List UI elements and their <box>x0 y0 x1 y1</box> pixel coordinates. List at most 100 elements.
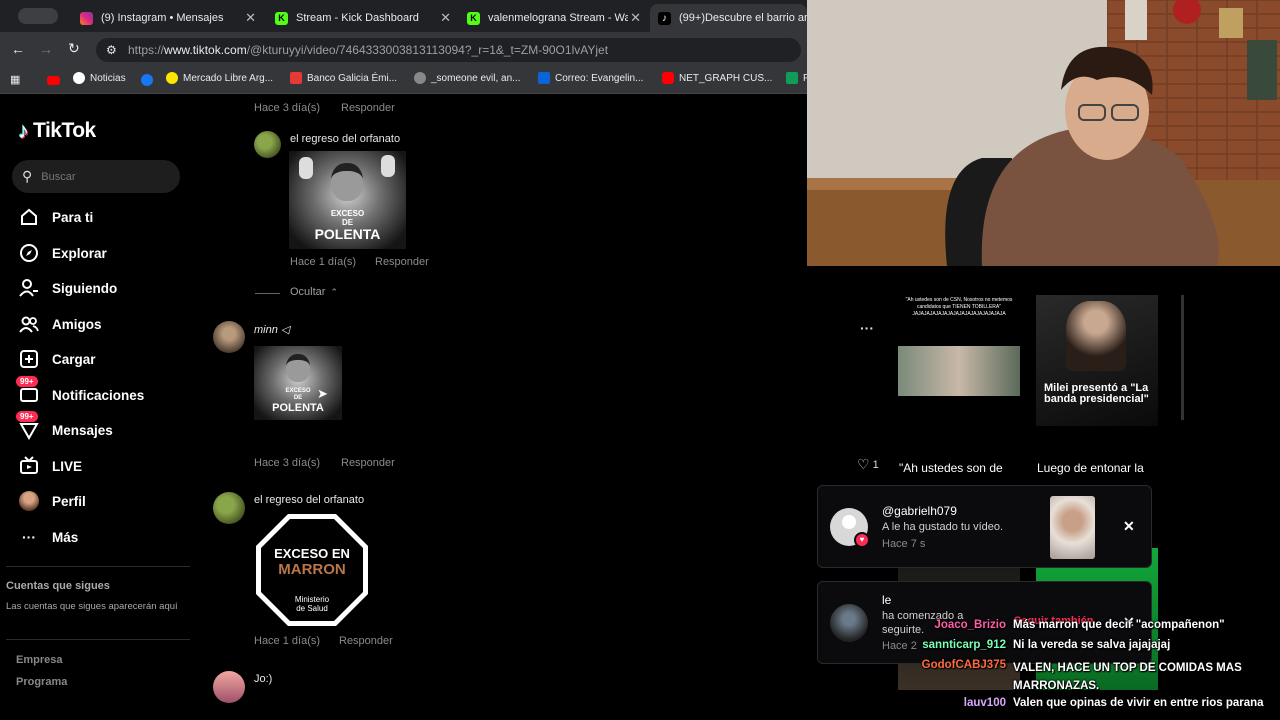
close-icon[interactable]: ✕ <box>1123 518 1135 535</box>
nav-label: Más <box>52 529 79 545</box>
tab-instagram[interactable]: (9) Instagram • Mensajes ✕ <box>72 4 262 32</box>
nav-label: Mensajes <box>52 422 113 438</box>
nav-live[interactable]: LIVE <box>18 455 82 477</box>
nav-label: Notificaciones <box>52 387 145 403</box>
notification-user[interactable]: @gabrielh079 <box>882 504 957 518</box>
sticker-face <box>331 163 363 201</box>
close-tab-icon[interactable]: ✕ <box>440 10 451 26</box>
tab-tiktok[interactable]: ♪ (99+)Descubre el barrio arge <box>650 4 807 32</box>
comment-username[interactable]: minn ◁ <box>254 323 289 336</box>
video-description: "Ah ustedes son de <box>899 461 1003 475</box>
avatar[interactable] <box>213 321 245 353</box>
tab-kick-stream[interactable]: K valenmelograna Stream - Wat ✕ <box>459 4 647 32</box>
facebook-icon[interactable] <box>141 74 153 86</box>
nav-amigos[interactable]: Amigos <box>18 313 102 335</box>
address-bar[interactable]: ⚙ https://www.tiktok.com/@kturuyyi/video… <box>96 38 801 62</box>
close-tab-icon[interactable]: ✕ <box>630 10 641 26</box>
chat-message-text: Ni la vereda se salva jajajajaj <box>1013 639 1171 651</box>
bookmark-correo[interactable]: Correo: Evangelin... <box>538 72 643 84</box>
comment-username[interactable]: Jo:) <box>254 673 272 685</box>
avatar[interactable] <box>254 131 281 158</box>
sign-text: EXCESO EN <box>274 546 350 561</box>
nav-label: Siguiendo <box>52 280 118 296</box>
nav-cargar[interactable]: Cargar <box>18 348 96 370</box>
reply-button[interactable]: Responder <box>375 256 429 268</box>
bookmark-galicia[interactable]: Banco Galicia Émi... <box>290 72 397 84</box>
video-caption: Milei presentó a "La banda presidencial" <box>1044 382 1149 405</box>
chat-username: Joaco_Brizio <box>934 619 1006 631</box>
search-placeholder: Buscar <box>41 170 76 183</box>
sheets-icon <box>786 72 798 84</box>
comment-time: Hace 3 día(s) <box>254 457 321 469</box>
nav-mensajes[interactable]: 99+ Mensajes <box>16 411 113 441</box>
search-input[interactable]: ⚲ Buscar <box>12 160 180 193</box>
outlook-icon <box>538 72 550 84</box>
tiktok-note-icon: ♪ <box>18 118 29 143</box>
chat-message-text: VALEN, HACE UN TOP DE COMIDAS MAS MARRON… <box>1013 662 1242 692</box>
tab-search-button[interactable] <box>18 8 58 24</box>
tiktok-icon: ♪ <box>658 11 671 25</box>
notification-badge: 99+ <box>16 376 38 387</box>
comment-sticker-image[interactable]: EXCESO EN MARRON Ministerio de Salud <box>254 512 370 628</box>
browser-tab-bar: (9) Instagram • Mensajes ✕ K Stream - Ki… <box>0 0 807 32</box>
youtube-icon[interactable] <box>47 76 60 85</box>
nav-mas[interactable]: ··· Más <box>18 526 78 548</box>
bookmark-noticias[interactable]: Noticias <box>73 72 126 84</box>
scrollbar[interactable] <box>1181 295 1184 420</box>
comment-sticker-image[interactable]: EXCESO DE POLENTA <box>254 346 342 420</box>
hide-replies-button[interactable]: Ocultar ⌃ <box>290 286 338 298</box>
kick-icon: K <box>467 11 480 25</box>
galicia-icon <box>290 72 302 84</box>
footer-link-empresa[interactable]: Empresa <box>16 654 62 666</box>
site-info-icon[interactable]: ⚙ <box>106 38 117 62</box>
nav-para-ti[interactable]: Para ti <box>18 206 93 228</box>
avatar[interactable] <box>213 671 245 703</box>
nav-perfil[interactable]: Perfil <box>18 490 86 512</box>
nav-explorar[interactable]: Explorar <box>18 242 107 264</box>
like-count[interactable]: ♡ 1 <box>857 456 879 473</box>
search-icon: ⚲ <box>22 168 33 184</box>
avatar <box>830 604 868 642</box>
sticker-text: POLENTA <box>314 226 381 242</box>
bookmark-mercadolibre[interactable]: Mercado Libre Arg... <box>166 72 273 84</box>
more-options-icon[interactable]: ··· <box>860 320 874 336</box>
forward-icon[interactable]: → <box>39 41 53 57</box>
globe-icon <box>414 72 426 84</box>
notification-user[interactable]: le <box>882 593 891 607</box>
notification-like[interactable]: ♥ @gabrielh079 A le ha gustado tu vídeo.… <box>817 485 1152 568</box>
reply-button[interactable]: Responder <box>339 635 393 647</box>
inbox-icon: 99+ <box>16 376 40 406</box>
replies-divider <box>255 293 280 294</box>
youtube-icon <box>662 72 674 84</box>
tiktok-logo[interactable]: ♪ TikTok <box>18 118 96 144</box>
sign-text: de Salud <box>296 604 328 613</box>
avatar[interactable] <box>213 492 245 524</box>
reply-button[interactable]: Responder <box>341 102 395 114</box>
reply-button[interactable]: Responder <box>341 457 395 469</box>
comment-sticker-image[interactable]: EXCESO DE POLENTA <box>289 151 406 249</box>
back-icon[interactable]: ← <box>11 41 25 57</box>
following-title: Cuentas que sigues <box>6 580 110 592</box>
video-card-csn[interactable]: "Ah ustedes son de CSN, Nosotros no mete… <box>898 295 1020 426</box>
bookmark-someone-evil[interactable]: _someone evil, an... <box>414 72 521 84</box>
tab-label: (9) Instagram • Mensajes <box>101 12 224 24</box>
nav-siguiendo[interactable]: Siguiendo <box>18 277 117 299</box>
footer-link-programa[interactable]: Programa <box>16 676 67 688</box>
reload-icon[interactable]: ↻ <box>68 40 80 57</box>
nav-notificaciones[interactable]: 99+ Notificaciones <box>16 376 145 406</box>
comment-username[interactable]: el regreso del orfanato <box>290 133 400 145</box>
avatar: ♥ <box>830 508 870 548</box>
tab-kick-dashboard[interactable]: K Stream - Kick Dashboard ✕ <box>267 4 457 32</box>
video-card-milei[interactable]: Milei presentó a "La banda presidencial" <box>1036 295 1158 426</box>
bookmark-more[interactable]: F <box>786 72 809 84</box>
nav-label: Amigos <box>52 316 102 332</box>
apps-grid-icon[interactable]: ▦ <box>10 73 20 86</box>
sticker-text: EXCESO <box>330 209 365 218</box>
close-tab-icon[interactable]: ✕ <box>245 10 256 26</box>
bookmark-netgraph[interactable]: NET_GRAPH CUS... <box>662 72 772 84</box>
url-host: www.tiktok.com <box>164 43 247 57</box>
browser-toolbar: ← → ↻ ⚙ https://www.tiktok.com/@kturuyyi… <box>0 32 807 68</box>
comment-username[interactable]: el regreso del orfanato <box>254 494 364 506</box>
url-prefix: https:// <box>128 43 165 57</box>
video-thumbnail[interactable] <box>1050 496 1095 559</box>
